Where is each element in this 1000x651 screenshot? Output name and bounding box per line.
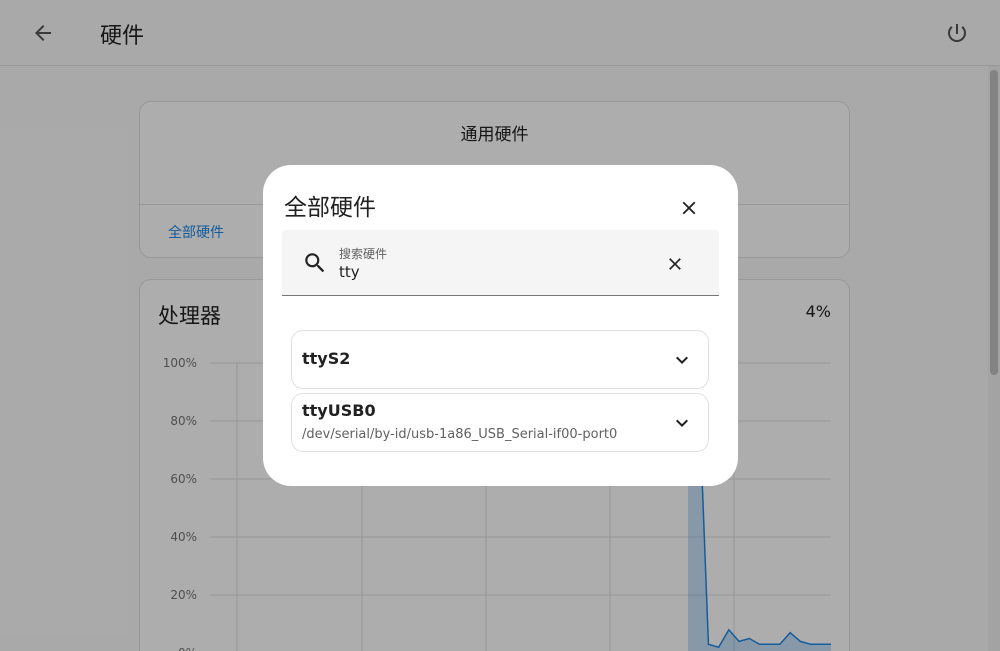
hardware-item-path: /dev/serial/by-id/usb-1a86_USB_Serial-if… xyxy=(302,427,618,442)
dialog-close-button[interactable] xyxy=(672,191,706,225)
search-hardware-field[interactable]: 搜索硬件 tty xyxy=(282,230,719,296)
close-icon xyxy=(682,201,696,215)
search-field-label: 搜索硬件 xyxy=(339,247,388,261)
clear-icon xyxy=(669,258,681,270)
search-input[interactable]: tty xyxy=(339,263,360,281)
dialog-title: 全部硬件 xyxy=(284,195,376,221)
hardware-item-ttyusb0[interactable]: ttyUSB0 /dev/serial/by-id/usb-1a86_USB_S… xyxy=(291,393,709,452)
chevron-down-icon xyxy=(676,356,688,364)
chevron-down-icon xyxy=(676,419,688,427)
hardware-item-name: ttyUSB0 xyxy=(302,401,376,420)
expand-button[interactable] xyxy=(670,348,694,372)
hardware-item-ttys2[interactable]: ttyS2 xyxy=(291,330,709,389)
expand-button[interactable] xyxy=(670,411,694,435)
hardware-item-name: ttyS2 xyxy=(302,349,351,368)
all-hardware-dialog: 全部硬件 搜索硬件 tty ttyS2 ttyUSB0 /dev/serial/… xyxy=(263,165,738,486)
search-clear-button[interactable] xyxy=(662,251,688,277)
search-icon xyxy=(305,253,325,273)
